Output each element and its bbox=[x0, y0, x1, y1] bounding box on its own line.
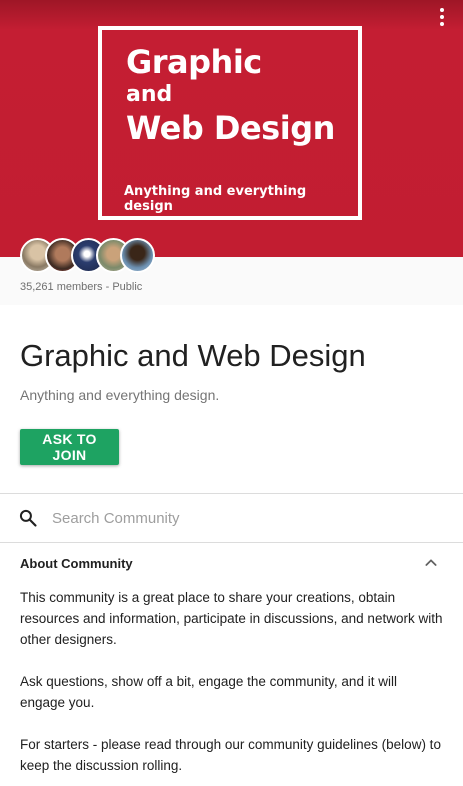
members-count: 35,261 members - Public bbox=[20, 281, 143, 293]
logo-line-1: Graphic bbox=[126, 43, 262, 81]
more-vert-icon[interactable] bbox=[433, 6, 451, 28]
page-title: Graphic and Web Design bbox=[20, 338, 366, 373]
about-paragraph: Ask questions, show off a bit, engage th… bbox=[20, 674, 397, 710]
avatar[interactable] bbox=[120, 238, 155, 273]
logo-line-2: and bbox=[126, 82, 173, 107]
logo-tagline: Anything and everything design bbox=[124, 184, 307, 214]
about-section: About Community This community is a grea… bbox=[0, 543, 463, 786]
logo-title: Graphic and Web Design bbox=[126, 46, 335, 144]
chevron-up-icon[interactable] bbox=[423, 555, 439, 571]
search-bar[interactable] bbox=[0, 494, 463, 542]
ask-to-join-button[interactable]: ASK TO JOIN bbox=[20, 429, 119, 465]
about-heading: About Community bbox=[20, 556, 133, 571]
about-paragraph: For starters - please read through our c… bbox=[20, 737, 441, 773]
logo-line-3: Web Design bbox=[126, 109, 335, 147]
search-input[interactable] bbox=[52, 506, 432, 530]
community-logo: Graphic and Web Design Anything and ever… bbox=[98, 26, 362, 220]
cover-banner: Graphic and Web Design Anything and ever… bbox=[0, 0, 463, 257]
group-tagline: Anything and everything design. bbox=[20, 387, 220, 403]
search-icon[interactable] bbox=[18, 508, 38, 528]
about-paragraph: This community is a great place to share… bbox=[20, 590, 443, 647]
